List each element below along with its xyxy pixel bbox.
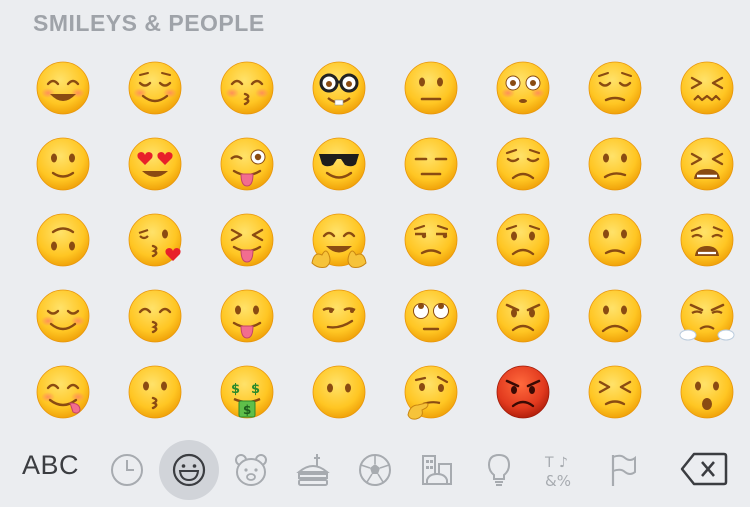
pensive-face-emoji[interactable]	[586, 59, 644, 117]
face-without-mouth-icon	[312, 365, 366, 419]
pouting-face-icon	[496, 365, 550, 419]
face-with-rolling-eyes-emoji[interactable]	[402, 287, 460, 345]
kissing-face-emoji[interactable]	[126, 363, 184, 421]
squinting-face-with-tongue-icon	[220, 213, 274, 267]
confounded-face-icon	[680, 61, 734, 115]
pensive-face-icon	[588, 61, 642, 115]
weary-face-emoji[interactable]	[678, 211, 736, 269]
winking-face-with-tongue-emoji[interactable]	[218, 135, 276, 193]
travel-icon[interactable]	[417, 450, 457, 490]
confounded-face-emoji[interactable]	[678, 59, 736, 117]
face-with-open-mouth-icon	[680, 365, 734, 419]
neutral-face-emoji[interactable]	[402, 59, 460, 117]
unamused-face-emoji[interactable]	[402, 211, 460, 269]
delete-key[interactable]	[680, 452, 728, 486]
face-with-tongue-emoji[interactable]	[218, 287, 276, 345]
expressionless-face-icon	[404, 137, 458, 191]
face-with-rolling-eyes-icon	[404, 289, 458, 343]
hugging-face-emoji[interactable]	[310, 211, 368, 269]
slightly-frowning-face-emoji[interactable]	[586, 211, 644, 269]
kissing-face-with-smiling-eyes-emoji[interactable]	[218, 59, 276, 117]
svg-text:$: $	[231, 382, 240, 397]
smiling-face-emoji[interactable]	[34, 287, 92, 345]
face-savoring-food-icon	[36, 365, 90, 419]
smirking-face-icon	[312, 289, 366, 343]
angry-face-emoji[interactable]	[494, 287, 552, 345]
confused-face-emoji[interactable]	[586, 135, 644, 193]
neutral-face-icon	[404, 61, 458, 115]
recent-clock-icon[interactable]	[107, 450, 147, 490]
confused-face-icon	[588, 137, 642, 191]
animals-icon[interactable]	[231, 450, 271, 490]
unamused-face-icon	[404, 213, 458, 267]
nerd-face-icon	[312, 61, 366, 115]
kissing-face-with-closed-eyes-emoji[interactable]	[126, 287, 184, 345]
smiling-face-with-sunglasses-emoji[interactable]	[310, 135, 368, 193]
smirking-face-emoji[interactable]	[310, 287, 368, 345]
smiling-face-with-heart-eyes-emoji[interactable]	[126, 135, 184, 193]
face-with-steam-from-nose-emoji[interactable]	[678, 287, 736, 345]
smiling-face-with-sunglasses-icon	[312, 137, 366, 191]
money-mouth-face-emoji[interactable]: $ $ $	[218, 363, 276, 421]
worried-face-icon	[496, 213, 550, 267]
backspace-icon	[680, 452, 728, 486]
tired-face-emoji[interactable]	[678, 135, 736, 193]
expressionless-face-emoji[interactable]	[402, 135, 460, 193]
kissing-face-icon	[128, 365, 182, 419]
flushed-face-icon	[496, 61, 550, 115]
upside-down-face-emoji[interactable]	[34, 211, 92, 269]
slightly-frowning-face-icon	[588, 213, 642, 267]
svg-text:$: $	[251, 382, 260, 397]
angry-face-icon	[496, 289, 550, 343]
smiling-face-with-heart-eyes-icon	[128, 137, 182, 191]
symbols-icon[interactable]: T ♪ &%	[541, 450, 581, 490]
smiling-face-with-smiling-eyes-icon	[36, 61, 90, 115]
kissing-face-with-smiling-eyes-icon	[220, 61, 274, 115]
flushed-face-emoji[interactable]	[494, 59, 552, 117]
slightly-smiling-face-icon	[36, 137, 90, 191]
svg-text:T: T	[544, 455, 554, 471]
face-with-tongue-icon	[220, 289, 274, 343]
disappointed-face-emoji[interactable]	[494, 135, 552, 193]
face-without-mouth-emoji[interactable]	[310, 363, 368, 421]
face-with-steam-from-nose-icon	[679, 289, 735, 343]
smiling-face-icon	[36, 289, 90, 343]
money-mouth-face-icon: $ $$	[220, 365, 274, 419]
face-blowing-a-kiss-icon	[128, 213, 182, 267]
winking-face-with-tongue-icon	[220, 137, 274, 191]
relieved-face-emoji[interactable]	[126, 59, 184, 117]
upside-down-face-icon	[36, 213, 90, 267]
worried-face-emoji[interactable]	[494, 211, 552, 269]
activity-icon[interactable]	[355, 450, 395, 490]
smileys-icon[interactable]	[169, 450, 209, 490]
tired-face-icon	[680, 137, 734, 191]
smiling-face-with-smiling-eyes-emoji[interactable]	[34, 59, 92, 117]
pouting-face-emoji[interactable]	[494, 363, 552, 421]
emoji-grid: $ $ $	[0, 0, 750, 430]
svg-text:$: $	[243, 403, 251, 417]
disappointed-face-icon	[496, 137, 550, 191]
frowning-face-emoji[interactable]	[586, 287, 644, 345]
svg-text:&%: &%	[545, 472, 571, 490]
flags-icon[interactable]	[603, 450, 643, 490]
squinting-face-with-tongue-emoji[interactable]	[218, 211, 276, 269]
face-with-open-mouth-emoji[interactable]	[678, 363, 736, 421]
relieved-face-icon	[128, 61, 182, 115]
nerd-face-emoji[interactable]	[310, 59, 368, 117]
thinking-face-icon	[404, 365, 458, 420]
face-savoring-food-emoji[interactable]	[34, 363, 92, 421]
hugging-face-icon	[311, 213, 367, 268]
weary-face-icon	[680, 213, 734, 267]
persevering-face-emoji[interactable]	[586, 363, 644, 421]
kissing-face-with-closed-eyes-icon	[128, 289, 182, 343]
abc-button[interactable]: ABC	[22, 450, 79, 481]
persevering-face-icon	[588, 365, 642, 419]
svg-text:♪: ♪	[559, 455, 568, 471]
frowning-face-icon	[588, 289, 642, 343]
thinking-face-emoji[interactable]	[402, 363, 460, 421]
food-icon[interactable]	[293, 450, 333, 490]
face-blowing-a-kiss-emoji[interactable]	[126, 211, 184, 269]
slightly-smiling-face-emoji[interactable]	[34, 135, 92, 193]
objects-icon[interactable]	[479, 450, 519, 490]
